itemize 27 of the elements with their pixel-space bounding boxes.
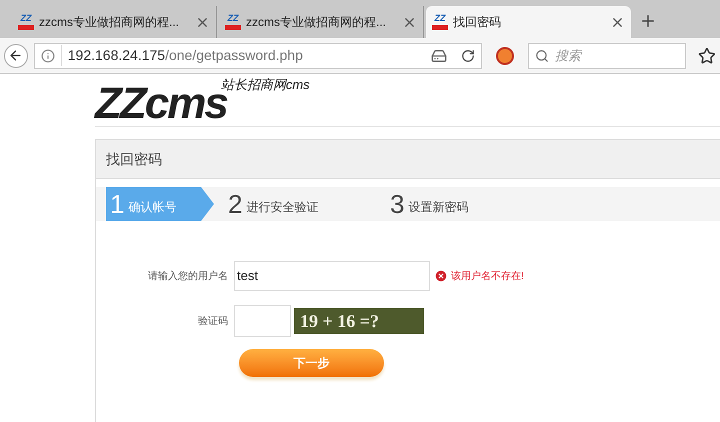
username-label: 请输入您的用户名 [147,270,229,284]
tab-favicon: ZZ [18,14,34,30]
bookmark-icon[interactable] [698,46,716,64]
error-message: 该用户名不存在! [451,270,524,284]
tab-favicon: ZZ [225,14,241,30]
tab-title: 找回密码 [453,14,502,31]
tab-title: zzcms专业做招商网的程... [246,14,387,31]
back-button[interactable] [4,44,28,68]
tab-title: zzcms专业做招商网的程... [39,14,180,31]
error-icon [434,269,448,283]
step: 2 进行安全验证 [224,187,376,221]
step: 1 确认帐号 [106,187,214,221]
captcha-field[interactable] [234,305,291,337]
search-icon [534,48,549,62]
panel-title: 找回密码 [106,150,162,168]
address-bar[interactable]: 192.168.24.175/one/getpassword.php [34,42,482,68]
captcha-label: 验证码 [197,314,229,328]
url-text: 192.168.24.175/one/getpassword.php [60,45,425,66]
browser-tab[interactable]: ZZ 找回密码 [426,6,631,38]
username-field[interactable]: test [234,261,430,291]
captcha-image: 19 + 16 =? [294,308,424,334]
info-icon[interactable] [40,48,55,62]
reload-icon[interactable] [460,48,475,62]
drive-icon[interactable] [430,48,447,64]
new-tab-icon[interactable] [639,12,657,30]
step: 3 设置新密码 [386,187,538,221]
tab-favicon: ZZ [432,14,448,30]
